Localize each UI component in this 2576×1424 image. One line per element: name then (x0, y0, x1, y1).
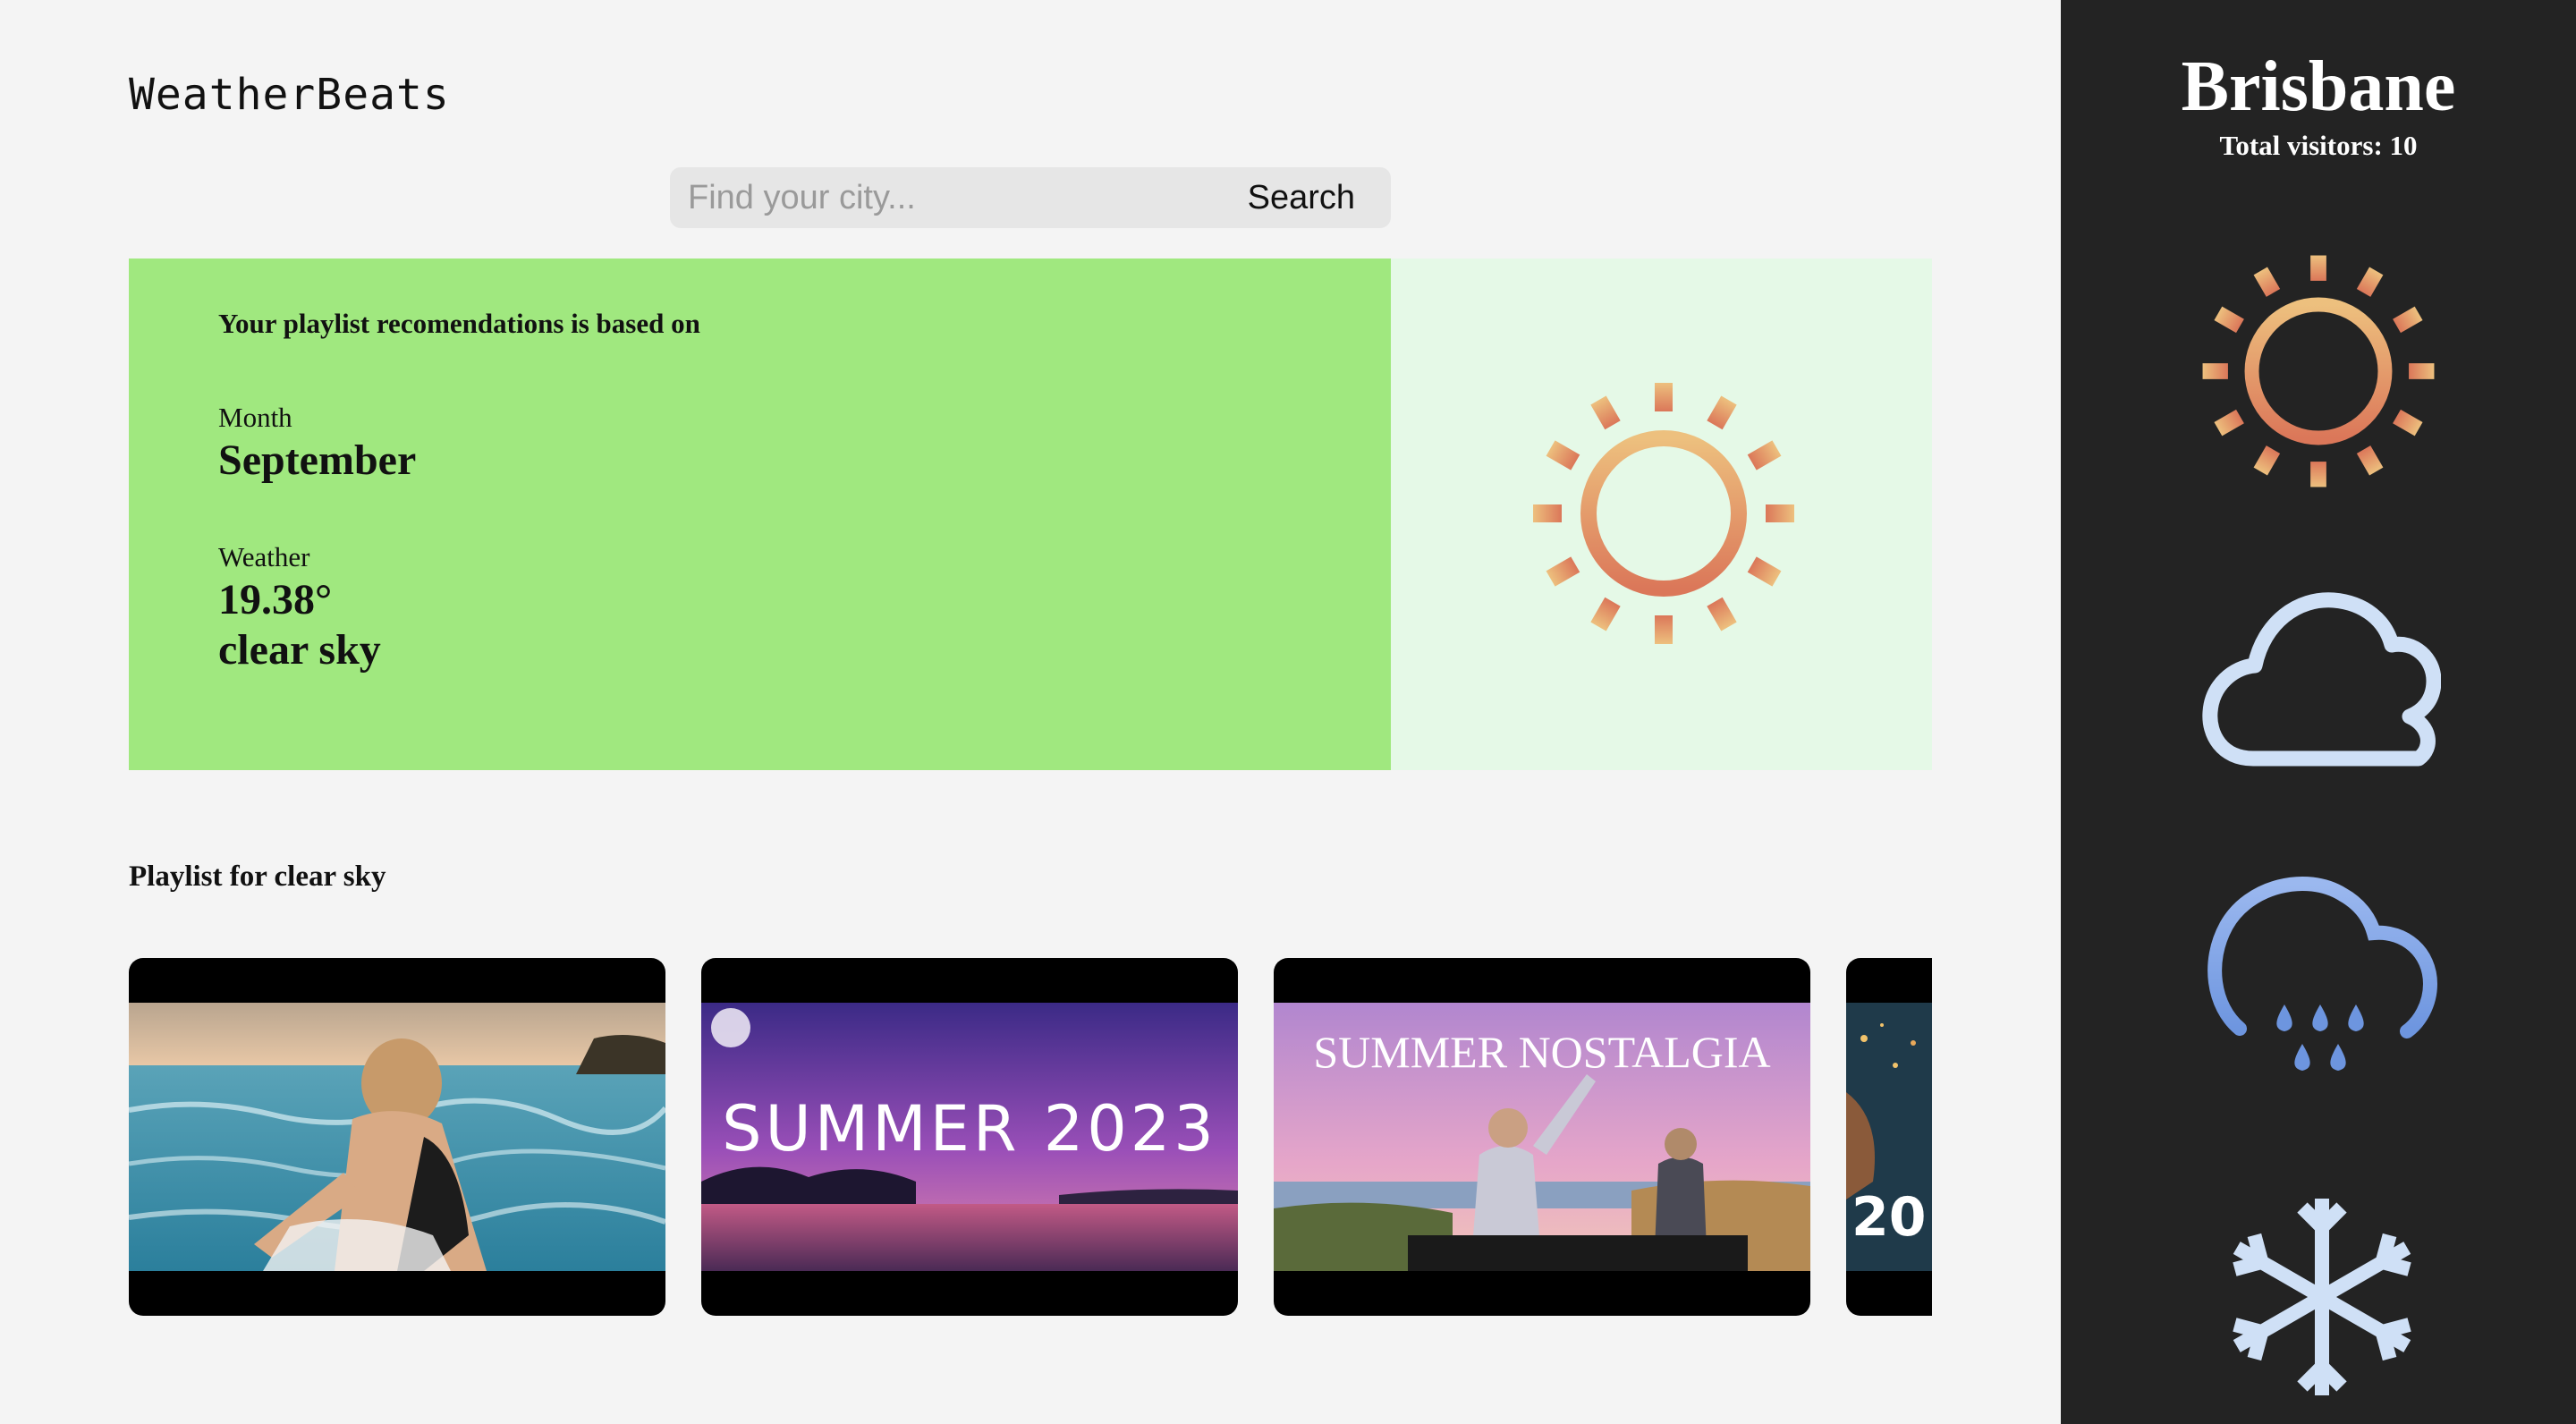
cloud-option[interactable] (2199, 569, 2442, 775)
weather-icon-panel (1391, 259, 1932, 770)
partial-thumbnail: 20 (1846, 1003, 1932, 1271)
summer-nostalgia-thumbnail: SUMMER NOSTALGIA (1274, 1003, 1810, 1271)
thumbnail-text: SUMMER 2023 (722, 1092, 1217, 1165)
thumbnail-text: SUMMER NOSTALGIA (1313, 1027, 1770, 1077)
video-thumbnail-1[interactable] (129, 958, 665, 1316)
sun-option[interactable] (2199, 252, 2437, 490)
snowflake-icon (2233, 1199, 2411, 1395)
city-name: Brisbane (2181, 47, 2456, 126)
search-button[interactable]: Search (1230, 167, 1391, 228)
app-logo: WeatherBeats (129, 70, 450, 120)
summer-2023-thumbnail: SUMMER 2023 (701, 1003, 1238, 1271)
rain-option[interactable] (2199, 854, 2441, 1087)
month-label: Month (218, 402, 292, 433)
sun-icon (1533, 383, 1794, 644)
temperature-value: 19.38° (218, 576, 333, 623)
info-heading: Your playlist recomendations is based on (218, 308, 700, 339)
ocean-swimmer-thumbnail (129, 1003, 665, 1271)
playlist-carousel[interactable]: SUMMER 2023 SUMMER NOSTALGIA 20 (129, 958, 1932, 1316)
weather-label: Weather (218, 541, 310, 572)
playlist-title: Playlist for clear sky (129, 860, 386, 893)
thumbnail-text: 20 (1852, 1186, 1927, 1249)
sun-icon (2202, 255, 2435, 487)
month-value: September (218, 437, 417, 484)
cloud-icon (2202, 592, 2442, 767)
city-search-input[interactable] (670, 167, 1230, 228)
sidebar: Brisbane Total visitors: 10 (2061, 0, 2576, 1424)
video-thumbnail-4[interactable]: 20 (1846, 958, 1932, 1316)
rain-icon (2207, 876, 2438, 1071)
weather-info-panel: Your playlist recomendations is based on… (129, 259, 1391, 770)
visitor-count: Total visitors: 10 (2219, 130, 2418, 161)
search-bar: Search (670, 167, 1391, 228)
video-thumbnail-2[interactable]: SUMMER 2023 (701, 958, 1238, 1316)
condition-value: clear sky (218, 626, 381, 674)
video-thumbnail-3[interactable]: SUMMER NOSTALGIA (1274, 958, 1810, 1316)
snow-option[interactable] (2215, 1194, 2429, 1400)
main-content: WeatherBeats Search Your playlist recome… (0, 0, 2061, 1424)
